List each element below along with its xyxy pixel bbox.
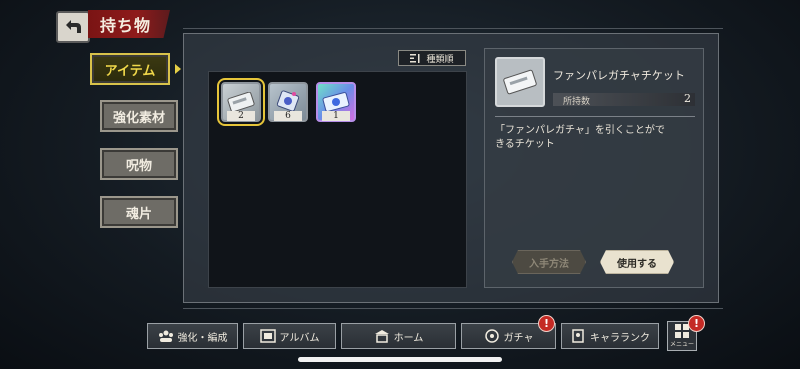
tab-enhance-materials[interactable]: 強化素材	[100, 100, 178, 132]
nav-label: ホーム	[393, 332, 424, 344]
ticket-icon	[503, 69, 537, 95]
nav-home[interactable]: ホーム	[341, 323, 456, 349]
detail-item-image	[495, 57, 545, 107]
grid-menu-icon	[675, 324, 689, 338]
rainbow-ticket-icon	[322, 92, 350, 112]
acquisition-method-button[interactable]: 入手方法	[512, 250, 586, 274]
menu-alert-badge: !	[688, 315, 705, 332]
active-tab-arrow-icon	[175, 64, 181, 74]
nav-label: ガチャ	[503, 332, 534, 344]
home-icon	[374, 330, 389, 343]
frame-line-top	[183, 28, 723, 29]
owned-count-label: 所持数	[563, 97, 591, 107]
use-item-button[interactable]: 使用する	[600, 250, 674, 274]
item-count: 1	[322, 111, 350, 121]
ticket-icon	[227, 92, 255, 112]
page-title: 持ち物	[88, 10, 170, 38]
team-icon	[158, 330, 173, 342]
sort-button[interactable]: 種類順	[398, 50, 466, 66]
nav-label: 強化・編成	[177, 332, 228, 344]
item-slot-tag-ticket[interactable]: 6	[268, 82, 308, 122]
gacha-icon	[484, 329, 499, 343]
tab-cursed-objects[interactable]: 呪物	[100, 148, 178, 180]
character-rank-icon	[572, 329, 584, 343]
sort-label: 種類順	[426, 54, 454, 65]
sort-icon	[410, 53, 420, 63]
item-description: 「ファンパレガチャ」を引くことがで きるチケット	[495, 125, 665, 150]
tab-items[interactable]: アイテム	[90, 53, 170, 85]
item-name: ファンパレガチャチケット	[553, 69, 685, 82]
album-icon	[259, 329, 276, 343]
tab-soul-fragments[interactable]: 魂片	[100, 196, 178, 228]
home-indicator[interactable]	[298, 357, 502, 362]
nav-label: アルバム	[279, 332, 320, 344]
menu-label: メニュー	[669, 341, 694, 348]
back-button[interactable]	[56, 11, 90, 43]
owned-count-row: 所持数 2	[553, 92, 695, 107]
nav-label: キャラランク	[590, 332, 650, 344]
item-count: 2	[227, 111, 255, 121]
nav-character-rank[interactable]: キャラランク	[561, 323, 659, 349]
divider	[495, 116, 695, 117]
frame-line-bottom	[183, 308, 723, 309]
item-slot-rainbow-ticket[interactable]: 1	[316, 82, 356, 122]
owned-count-value: 2	[684, 92, 691, 105]
gacha-alert-badge: !	[538, 315, 555, 332]
nav-enhance-formation[interactable]: 強化・編成	[147, 323, 238, 349]
back-arrow-icon	[66, 20, 81, 33]
nav-album[interactable]: アルバム	[243, 323, 336, 349]
item-slot-ticket[interactable]: 2	[217, 78, 265, 126]
item-count: 6	[274, 111, 302, 121]
